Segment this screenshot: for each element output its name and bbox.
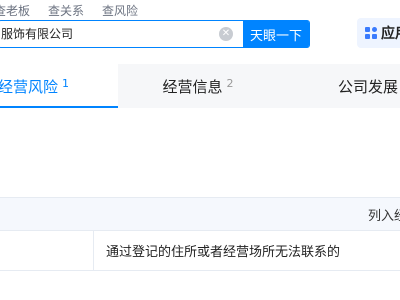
link-search-relation[interactable]: 查关系 — [48, 2, 84, 19]
tab-count: 1 — [62, 76, 70, 90]
link-search-risk[interactable]: 查风险 — [102, 2, 138, 19]
table-cell-reason: 通过登记的住所或者经营场所无法联系的 — [106, 244, 341, 260]
tab-label: 公司发展 — [338, 77, 399, 96]
column-header-listing-reason: 列入经 — [368, 208, 400, 224]
active-tab-indicator — [0, 106, 118, 108]
top-links: 查老板 查关系 查风险 — [0, 0, 156, 20]
tab-bar: 经营风险 1 经营信息 2 公司发展 — [0, 64, 400, 108]
link-search-boss[interactable]: 查老板 — [0, 2, 30, 19]
tab-label: 经营信息 — [162, 77, 223, 96]
search-bar: ✕ 天眼一下 — [0, 20, 310, 48]
clear-icon[interactable]: ✕ — [219, 27, 233, 41]
app-button[interactable]: 应用 — [357, 18, 400, 48]
tab-business-info[interactable]: 经营信息 2 — [118, 64, 278, 108]
page: 查老板 查关系 查风险 ✕ 天眼一下 应用 经营风险 1 经营信息 2 公司发展… — [0, 0, 400, 300]
search-input[interactable] — [0, 21, 231, 47]
tab-company-development[interactable]: 公司发展 — [278, 64, 400, 108]
tab-label: 经营风险 — [0, 77, 59, 96]
search-button[interactable]: 天眼一下 — [243, 20, 309, 48]
tab-count: 2 — [226, 76, 234, 90]
apps-grid-icon — [365, 27, 377, 39]
tab-business-risk[interactable]: 经营风险 1 — [0, 64, 116, 108]
column-divider — [93, 231, 94, 271]
app-button-label: 应用 — [381, 26, 400, 42]
table-header: 列入经 — [0, 197, 400, 231]
table-row: 通过登记的住所或者经营场所无法联系的 — [0, 231, 400, 271]
